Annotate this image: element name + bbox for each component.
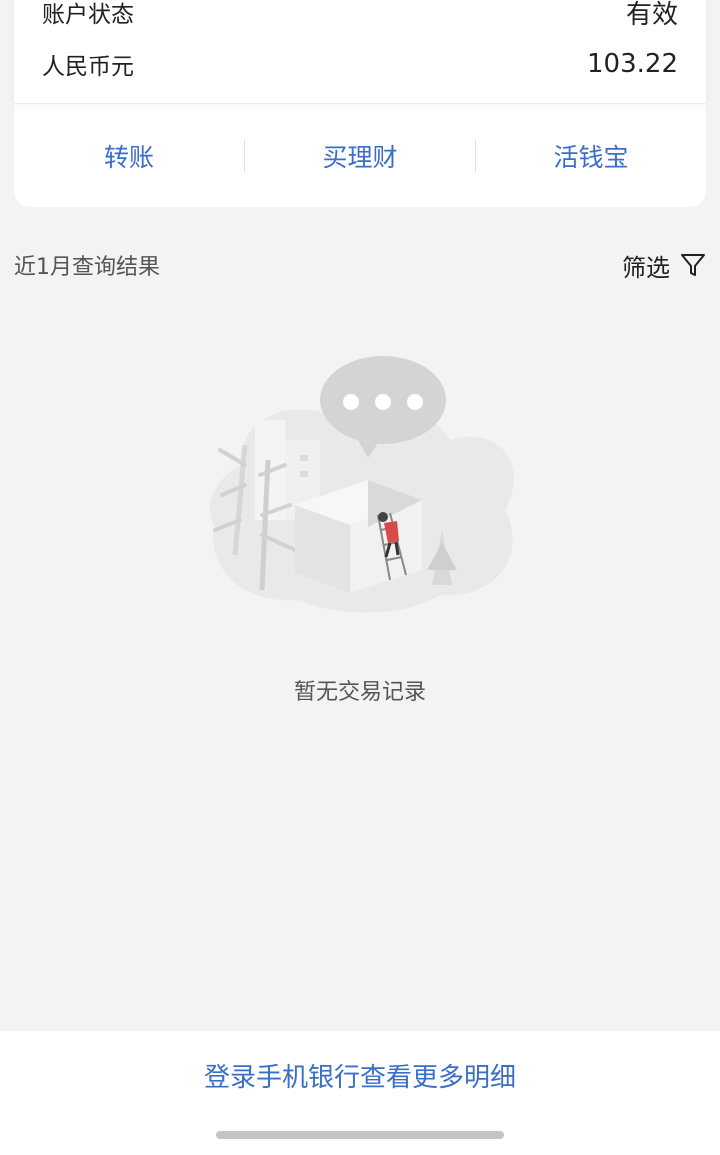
home-indicator — [216, 1131, 504, 1139]
current-treasure-button[interactable]: 活钱宝 — [476, 138, 706, 174]
currency-label: 人民币元 — [42, 54, 134, 80]
empty-records-illustration — [200, 345, 530, 620]
transfer-button[interactable]: 转账 — [14, 138, 244, 174]
account-status-value: 有效 — [625, 0, 678, 30]
buy-wealth-button[interactable]: 买理财 — [245, 138, 475, 174]
balance-value: 103.22 — [587, 49, 678, 79]
filter-button[interactable]: 筛选 — [622, 248, 706, 283]
query-header: 近1月查询结果 筛选 — [14, 245, 706, 285]
filter-label: 筛选 — [622, 253, 670, 282]
account-info-panel: 账户状态 有效 人民币元 103.22 — [14, 0, 706, 104]
account-card: 账户状态 有效 人民币元 103.22 转账 买理财 活钱宝 — [14, 0, 706, 207]
account-status-row: 账户状态 有效 — [42, 0, 678, 32]
account-status-label: 账户状态 — [42, 2, 134, 28]
bottom-bar: 登录手机银行查看更多明细 — [0, 1031, 720, 1155]
balance-row: 人民币元 103.22 — [42, 44, 678, 84]
filter-icon — [680, 252, 706, 278]
query-range-title: 近1月查询结果 — [14, 255, 160, 280]
quick-actions: 转账 买理财 活钱宝 — [14, 104, 706, 207]
login-mobile-banking-link[interactable]: 登录手机银行查看更多明细 — [0, 1057, 720, 1094]
account-detail-page: 账户状态 有效 人民币元 103.22 转账 买理财 活钱宝 近1月查询结果 筛… — [0, 0, 720, 1155]
empty-records-message: 暂无交易记录 — [293, 680, 426, 705]
